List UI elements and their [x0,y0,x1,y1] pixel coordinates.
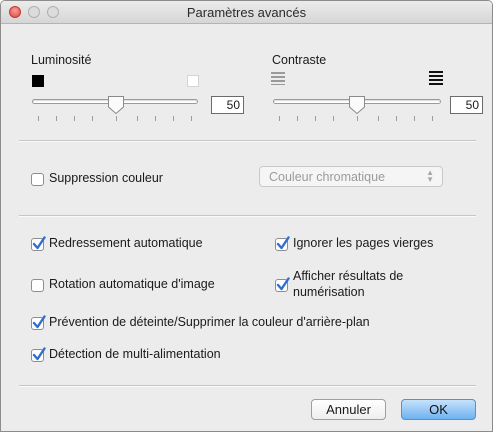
checkmark-icon [32,347,46,361]
deskew-checkbox[interactable] [31,236,46,251]
show-results-label-line2: numérisation [293,285,365,299]
ok-button[interactable]: OK [401,399,476,420]
separator [19,215,476,217]
deskew-label: Redressement automatique [49,236,203,250]
skip-blank-checkbox[interactable] [275,236,290,251]
brightness-value-field[interactable]: 50 [211,96,244,114]
light-swatch-icon [187,75,199,87]
contrast-slider-thumb[interactable] [348,95,366,115]
checkmark-icon [32,315,46,329]
checkmark-icon [276,236,290,250]
contrast-value-field[interactable]: 50 [450,96,483,114]
dark-swatch-icon [32,75,44,87]
brightness-label: Luminosité [31,53,92,67]
checkmark-icon [276,277,290,291]
title-bar: Paramètres avancés [1,1,492,24]
cancel-button[interactable]: Annuler [311,399,386,420]
show-results-checkbox[interactable] [275,277,290,292]
high-contrast-icon [429,71,443,85]
separator [19,140,476,142]
popup-arrows-icon: ▲ ▼ [426,168,434,184]
multifeed-checkbox[interactable] [31,347,46,362]
auto-rotate-label: Rotation automatique d'image [49,277,215,291]
auto-rotate-checkbox[interactable] [31,279,44,292]
separator [19,385,476,387]
show-results-label-line1: Afficher résultats de [293,269,404,283]
checkmark-icon [32,236,46,250]
window-title: Paramètres avancés [186,5,307,20]
contrast-label: Contraste [272,53,327,67]
skip-blank-label: Ignorer les pages vierges [293,236,434,250]
color-drop-popup-value: Couleur chromatique [269,170,386,184]
color-drop-label: Suppression couleur [49,171,163,185]
multifeed-label: Détection de multi-alimentation [49,347,221,361]
brightness-slider-thumb[interactable] [107,95,125,115]
bleed-through-checkbox[interactable] [31,315,46,330]
bleed-through-label: Prévention de déteinte/Supprimer la coul… [49,315,370,329]
advanced-settings-window: Paramètres avancés Luminosité 50 Contras… [0,0,493,432]
low-contrast-icon [271,72,285,85]
color-drop-popup[interactable]: Couleur chromatique ▲ ▼ [259,166,443,187]
color-drop-checkbox[interactable] [31,173,44,186]
